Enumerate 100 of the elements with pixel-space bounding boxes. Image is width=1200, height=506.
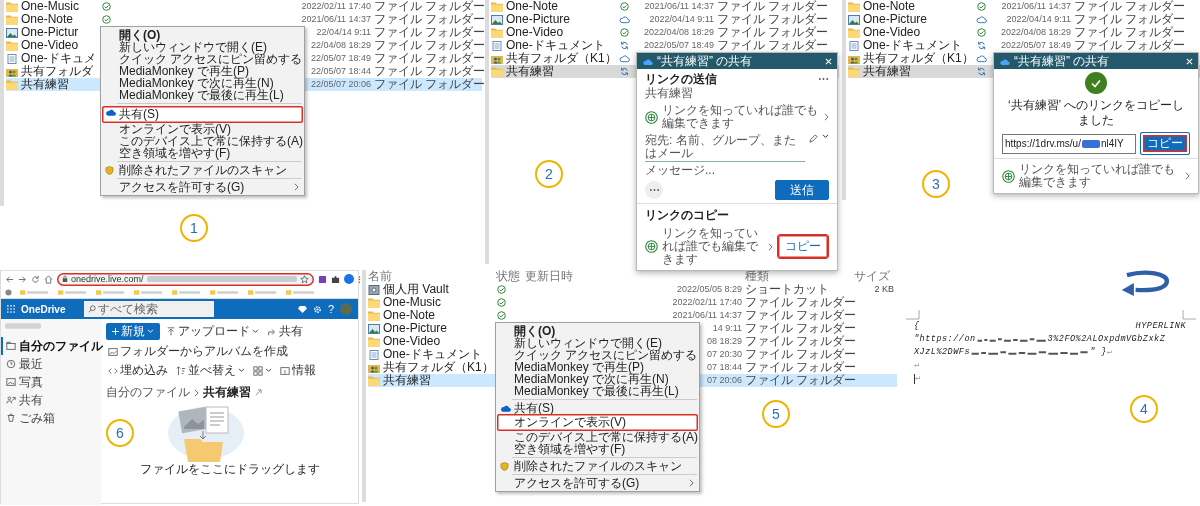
file-name[interactable]: 共有練習 — [863, 65, 911, 78]
toolbar-button[interactable] — [251, 365, 274, 376]
arrow-icon[interactable] — [255, 389, 262, 396]
file-name[interactable]: One-Pictur — [21, 26, 79, 39]
close-icon[interactable] — [1186, 57, 1193, 65]
app-name[interactable]: OneDrive — [21, 302, 66, 316]
file-name[interactable]: One-Video — [863, 26, 921, 39]
nav-item[interactable]: 最近 — [1, 355, 101, 373]
link-field[interactable]: https://1drv.ms/u/ nl4IY — [1002, 133, 1136, 154]
file-name[interactable]: One-ドキュメント — [863, 39, 962, 52]
menu-item[interactable]: MediaMonkey で最後に再生(L) — [497, 385, 698, 397]
toolbar-button[interactable]: 並べ替え — [174, 363, 247, 378]
menu-item[interactable]: このデバイス上で常に保持する(A) — [102, 135, 303, 147]
copy-button[interactable]: コピー — [1140, 132, 1190, 155]
column-header[interactable]: 状態 — [496, 270, 522, 283]
file-name[interactable]: 共有フォルダ — [21, 65, 93, 78]
link-settings-link[interactable]: リンクを知っていれば誰でも編集できます — [662, 104, 820, 130]
file-name[interactable]: 共有練習 — [506, 65, 554, 78]
menu-item[interactable]: 新しいウィンドウで開く(E) — [497, 337, 698, 349]
menu-item[interactable]: 空き領域を増やす(F) — [497, 443, 698, 455]
menu-item[interactable]: 削除されたファイルのスキャン — [102, 164, 303, 176]
more-icon[interactable] — [818, 76, 829, 81]
column-header[interactable]: 更新日時 — [525, 270, 742, 283]
settings-icon[interactable] — [312, 304, 322, 314]
file-name[interactable]: One-Video — [506, 26, 564, 39]
menu-icon[interactable] — [357, 274, 361, 284]
menu-item[interactable]: クイック アクセスにピン留めする — [102, 53, 303, 65]
nav-item[interactable]: 写真 — [1, 373, 101, 391]
menu-item[interactable]: 新しいウィンドウで開く(E) — [102, 41, 303, 53]
close-icon[interactable] — [825, 57, 832, 65]
nav-item[interactable]: 共有 — [1, 391, 101, 409]
file-name[interactable]: One-Video — [383, 335, 441, 348]
more-options-button[interactable] — [645, 181, 663, 199]
menu-item[interactable]: 共有(S) — [497, 402, 698, 414]
star-icon[interactable] — [299, 274, 309, 284]
home-icon[interactable] — [44, 274, 53, 284]
back-icon[interactable] — [5, 274, 14, 284]
menu-item[interactable]: 開く(O) — [497, 325, 698, 337]
puzzle-icon[interactable] — [330, 274, 340, 284]
file-name[interactable]: 共有フォルダ（K1） — [863, 52, 974, 65]
file-name[interactable]: One-Picture — [506, 13, 571, 26]
menu-item[interactable]: 削除されたファイルのスキャン — [497, 460, 698, 472]
help-button[interactable]: ? — [327, 302, 334, 316]
toolbar-button[interactable]: 情報 — [278, 363, 318, 378]
menu-item[interactable]: アクセスを許可する(G) — [102, 181, 303, 193]
menu-item[interactable]: 空き領域を増やす(F) — [102, 147, 303, 159]
link-settings-link[interactable]: リンクを知っていれば誰でも編集できます — [1019, 163, 1181, 189]
file-name[interactable]: 個人用 Vault — [383, 283, 449, 296]
column-header[interactable]: 種類 — [745, 270, 851, 283]
file-name[interactable]: One-Music — [383, 296, 441, 309]
menu-item[interactable]: オンラインで表示(V) — [102, 123, 303, 135]
menu-item[interactable]: MediaMonkey で再生(P) — [102, 65, 303, 77]
breadcrumb-item[interactable]: 自分のファイル — [106, 386, 190, 399]
profile-icon[interactable] — [343, 274, 354, 284]
menu-item[interactable]: 共有(S) — [102, 106, 303, 123]
file-name[interactable]: One-Note — [383, 309, 436, 322]
file-name[interactable]: 共有練習 — [383, 374, 431, 387]
file-name[interactable]: One-Note — [863, 0, 916, 13]
file-name[interactable]: One-Note — [21, 13, 74, 26]
toolbar-button[interactable]: フォルダーからアルバムを作成 — [106, 344, 290, 359]
toolbar-button[interactable]: アップロード — [164, 324, 261, 339]
file-name[interactable]: 共有練習 — [21, 78, 69, 91]
toolbar-button[interactable]: 共有 — [265, 324, 305, 339]
menu-item[interactable]: MediaMonkey で次に再生(N) — [102, 77, 303, 89]
menu-item[interactable]: クイック アクセスにピン留めする — [497, 349, 698, 361]
file-name[interactable]: One-Picture — [383, 322, 448, 335]
copy-button[interactable]: コピー — [777, 234, 829, 259]
nav-item[interactable]: 自分のファイル — [1, 337, 101, 355]
column-header[interactable]: 名前 — [368, 270, 493, 283]
pencil-icon[interactable] — [809, 134, 818, 143]
address-bar[interactable]: onedrive.live.com/ — [57, 272, 314, 286]
file-name[interactable]: One-ドキュメント — [506, 39, 605, 52]
menu-item[interactable]: アクセスを許可する(G) — [497, 477, 698, 489]
file-name[interactable]: One-Picture — [863, 13, 928, 26]
toolbar-button[interactable]: 埋め込み — [106, 363, 170, 378]
file-name[interactable]: 共有フォルダ（K1） — [506, 52, 617, 65]
search-field[interactable]: すべて検索 — [84, 301, 215, 317]
recipient-field[interactable]: 宛先: 名前、グループ、またはメール — [645, 134, 805, 162]
file-name[interactable]: One-ドキュメント — [383, 348, 482, 361]
menu-item[interactable]: このデバイス上で常に保持する(A) — [497, 431, 698, 443]
extension-icon[interactable] — [317, 274, 327, 284]
menu-item[interactable]: MediaMonkey で次に再生(N) — [497, 373, 698, 385]
send-button[interactable]: 送信 — [775, 180, 829, 200]
menu-item[interactable]: MediaMonkey で最後に再生(L) — [102, 89, 303, 101]
reload-icon[interactable] — [31, 274, 40, 284]
toolbar-button[interactable]: 新規 — [106, 323, 160, 340]
forward-icon[interactable] — [18, 274, 27, 284]
link-settings-link[interactable]: リンクを知っていれば誰でも編集できます — [662, 227, 764, 266]
menu-item[interactable]: 開く(O) — [102, 29, 303, 41]
apps-icon[interactable] — [5, 289, 12, 296]
diamond-icon[interactable] — [297, 304, 307, 314]
waffle-icon[interactable] — [7, 305, 15, 313]
file-name[interactable]: One-Note — [506, 0, 559, 13]
more-icon[interactable] — [648, 188, 660, 192]
nav-item[interactable]: ごみ箱 — [1, 409, 101, 427]
file-name[interactable]: One-Music — [21, 0, 79, 13]
file-name[interactable]: 共有フォルダ（K1） — [383, 361, 494, 374]
file-name[interactable]: One-Video — [21, 39, 79, 52]
menu-item[interactable]: オンラインで表示(V) — [497, 414, 698, 431]
column-header[interactable]: サイズ — [854, 270, 894, 283]
